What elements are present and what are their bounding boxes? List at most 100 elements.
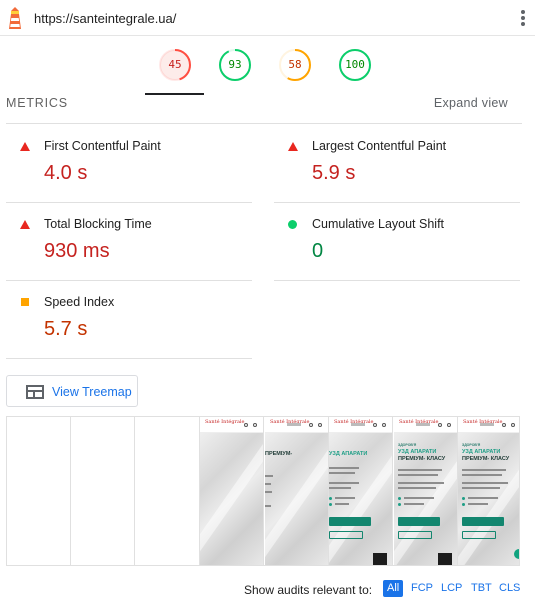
expand-view-toggle[interactable]: Expand view	[434, 96, 508, 110]
report-url[interactable]: https://santeintegrale.ua/	[34, 11, 176, 26]
frame-hero-eyebrow: ЗДОРОВ'Я	[462, 443, 481, 447]
frame-text-line	[329, 482, 359, 484]
frame-secondary-button	[462, 531, 496, 539]
frame-hero-title: УЗД АПАРАТИ	[329, 451, 385, 458]
frame-cta-button	[462, 517, 504, 526]
metric-label: Cumulative Layout Shift	[312, 217, 445, 231]
filter-chip-cls[interactable]: CLS	[495, 580, 524, 597]
gauge-seo[interactable]: 100	[338, 48, 372, 82]
filmstrip: Santé Intégrale Santé Intégrale ПРЕМІУМ-…	[6, 416, 520, 566]
metrics-header: METRICS Expand view	[6, 94, 522, 124]
frame-hero-eyebrow: ЗДОРОВ'Я	[398, 443, 417, 447]
audit-filter-label: Show audits relevant to:	[244, 583, 373, 597]
frame-text-line	[265, 491, 272, 493]
frame-search-icon	[502, 423, 506, 427]
frame-secondary-button	[398, 531, 432, 539]
frame-dark-block	[373, 553, 387, 565]
fail-triangle-icon	[20, 142, 30, 151]
frame-text-line	[398, 474, 438, 476]
frame-search-icon	[373, 423, 377, 427]
filter-chip-tbt[interactable]: TBT	[467, 580, 496, 597]
frame-check-icon	[398, 503, 401, 506]
frame-site-header: Santé Intégrale	[394, 417, 457, 433]
gauge-best-practices[interactable]: 58	[278, 48, 312, 82]
frame-text-line	[329, 467, 359, 469]
filter-chip-fcp[interactable]: FCP	[407, 580, 437, 597]
frame-check-icon	[462, 503, 465, 506]
treemap-icon	[26, 385, 44, 399]
report-topbar: https://santeintegrale.ua/	[0, 0, 535, 36]
filmstrip-frame-content: Santé Intégrale УЗД АПАРАТИ	[329, 417, 393, 565]
frame-header-text	[480, 423, 494, 426]
frame-cart-icon	[318, 423, 322, 427]
metric-label: Speed Index	[44, 295, 115, 309]
view-treemap-label: View Treemap	[52, 385, 132, 399]
frame-search-icon	[244, 423, 248, 427]
frame-site-header: Santé Intégrale	[265, 417, 328, 433]
fail-triangle-icon	[20, 220, 30, 229]
frame-hero-title-rest: ПРЕМІУМ-	[398, 456, 426, 462]
metric-value: 930 ms	[44, 240, 110, 262]
metric-value: 0	[312, 240, 324, 262]
frame-logo: Santé Intégrale	[205, 419, 245, 425]
frame-chat-icon	[514, 549, 519, 559]
metric-lcp: Largest Contentful Paint 5.9 s	[274, 125, 520, 203]
frame-secondary-button	[329, 531, 363, 539]
frame-search-icon	[309, 423, 313, 427]
frame-cta-button	[329, 517, 371, 526]
gauge-accessibility-score: 93	[228, 58, 242, 71]
frame-check-icon	[398, 497, 401, 500]
frame-text-line	[404, 503, 424, 505]
frame-cart-icon	[382, 423, 386, 427]
frame-hero-highlight: УЗД АПАРАТИ	[329, 451, 368, 457]
frame-header-text	[351, 423, 365, 426]
frame-check-icon	[329, 503, 332, 506]
frame-text-line	[329, 487, 351, 489]
audit-filter-row: Show audits relevant to: All FCP LCP TBT…	[0, 578, 535, 600]
frame-cart-icon	[511, 423, 515, 427]
frame-dark-block	[438, 553, 452, 565]
view-treemap-button[interactable]: View Treemap	[6, 375, 138, 407]
frame-text-line	[398, 487, 436, 489]
metric-value: 4.0 s	[44, 162, 88, 184]
filter-chip-all[interactable]: All	[383, 580, 404, 597]
frame-text-line	[335, 503, 349, 505]
metric-value: 5.9 s	[312, 162, 356, 184]
frame-cart-icon	[253, 423, 257, 427]
filmstrip-frame-partial: Santé Intégrale	[200, 417, 264, 565]
kebab-menu-icon[interactable]	[521, 10, 525, 26]
frame-site-header: Santé Intégrale	[329, 417, 392, 433]
gauge-performance-score: 45	[168, 58, 182, 71]
metric-tbt: Total Blocking Time 930 ms	[6, 203, 252, 281]
frame-hero-title-end: КЛАСУ	[490, 456, 510, 462]
frame-hero-title: УЗД АПАРАТИ ПРЕМІУМ- КЛАСУ	[398, 449, 454, 463]
frame-header-text	[287, 423, 301, 426]
gauge-performance[interactable]: 45	[158, 48, 192, 82]
filmstrip-frame-content: Santé Intégrale ЗДОРОВ'Я УЗД АПАРАТИ ПРЕ…	[394, 417, 458, 565]
filmstrip-frame-loading: Santé Intégrale ПРЕМІУМ-	[265, 417, 329, 565]
filter-chip-lcp[interactable]: LCP	[437, 580, 466, 597]
gauge-best-practices-score: 58	[288, 58, 302, 71]
frame-cart-icon	[447, 423, 451, 427]
metrics-title: METRICS	[6, 96, 68, 110]
frame-site-header: Santé Intégrale	[200, 417, 263, 433]
frame-site-header: Santé Intégrale	[458, 417, 519, 433]
frame-hero-title: ПРЕМІУМ-	[265, 451, 293, 457]
fail-triangle-icon	[288, 142, 298, 151]
metric-label: Largest Contentful Paint	[312, 139, 447, 153]
gauge-accessibility[interactable]: 93	[218, 48, 252, 82]
metric-label: First Contentful Paint	[44, 139, 161, 153]
metric-cls: Cumulative Layout Shift 0	[274, 203, 520, 281]
filmstrip-frame-blank	[7, 417, 71, 565]
frame-text-line	[265, 483, 271, 485]
frame-hero-highlight: УЗД АПАРАТИ	[462, 449, 501, 455]
frame-text-line	[265, 475, 273, 477]
frame-text-line	[462, 474, 502, 476]
frame-hero-highlight: УЗД АПАРАТИ	[398, 449, 437, 455]
filmstrip-frame-blank	[71, 417, 135, 565]
filmstrip-frame-final: Santé Intégrale ЗДОРОВ'Я УЗД АПАРАТИ ПРЕ…	[458, 417, 519, 565]
category-gauges: 45 93 58 100	[0, 36, 535, 95]
gauge-seo-score: 100	[345, 58, 365, 71]
frame-text-line	[335, 497, 355, 499]
frame-hero-title-rest: ПРЕМІУМ-	[462, 456, 490, 462]
